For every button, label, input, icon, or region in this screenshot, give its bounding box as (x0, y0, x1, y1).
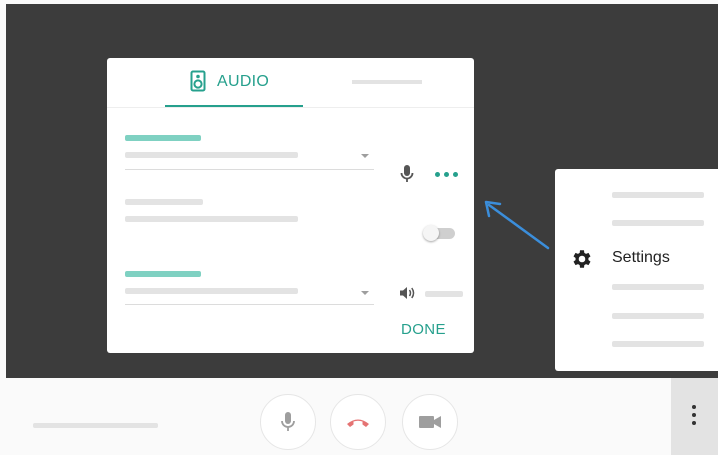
menu-item-placeholder[interactable] (612, 284, 704, 290)
microphone-select-value-placeholder[interactable] (125, 152, 298, 158)
volume-icon[interactable] (399, 286, 417, 305)
speaker-dropdown-caret-icon[interactable] (361, 291, 369, 295)
microphone-select-underline (125, 169, 374, 170)
option-description-placeholder (125, 216, 298, 222)
more-dot (453, 172, 458, 177)
overflow-menu: Settings (555, 169, 718, 371)
option-toggle[interactable] (419, 223, 459, 243)
menu-item-settings-label: Settings (612, 249, 670, 266)
menu-item-settings[interactable]: Settings (569, 245, 709, 275)
stage-left-border (0, 0, 6, 378)
pointer-arrow-icon (484, 200, 550, 250)
stage-top-border (0, 0, 718, 4)
menu-item-placeholder[interactable] (612, 192, 704, 198)
audio-settings-dialog: AUDIO DONE (107, 58, 474, 353)
hang-up-icon (347, 419, 369, 427)
more-vertical-icon (692, 405, 696, 409)
gear-icon (569, 247, 593, 276)
tab-placeholder[interactable] (352, 80, 422, 84)
microphone-icon (400, 164, 414, 189)
tab-audio-label: AUDIO (217, 73, 270, 90)
camera-icon (419, 416, 441, 428)
more-horizontal-icon (435, 172, 440, 177)
speaker-label-placeholder (125, 271, 201, 277)
tab-audio[interactable]: AUDIO (165, 58, 303, 106)
menu-item-placeholder[interactable] (612, 313, 704, 319)
kebab-dot (692, 421, 696, 425)
done-button[interactable]: DONE (401, 321, 446, 338)
call-control-bar (0, 378, 718, 455)
option-label-placeholder (125, 199, 203, 205)
microphone-label-placeholder (125, 135, 201, 141)
speaker-icon (190, 70, 206, 97)
menu-item-placeholder[interactable] (612, 220, 704, 226)
toggle-camera-button[interactable] (402, 394, 458, 450)
speaker-select-value-placeholder[interactable] (125, 288, 298, 294)
mute-microphone-button[interactable] (260, 394, 316, 450)
volume-level-placeholder[interactable] (425, 291, 463, 297)
microphone-icon (281, 412, 295, 431)
more-options-button[interactable] (435, 172, 463, 180)
tab-divider (107, 107, 474, 108)
toggle-knob (423, 225, 439, 241)
kebab-dot (692, 413, 696, 417)
meeting-name-placeholder (33, 423, 158, 428)
menu-item-placeholder[interactable] (612, 341, 704, 347)
more-dot (444, 172, 449, 177)
more-options-menu-button[interactable] (671, 378, 718, 455)
microphone-dropdown-caret-icon[interactable] (361, 154, 369, 158)
hang-up-button[interactable] (330, 394, 386, 450)
speaker-select-underline (125, 304, 374, 305)
